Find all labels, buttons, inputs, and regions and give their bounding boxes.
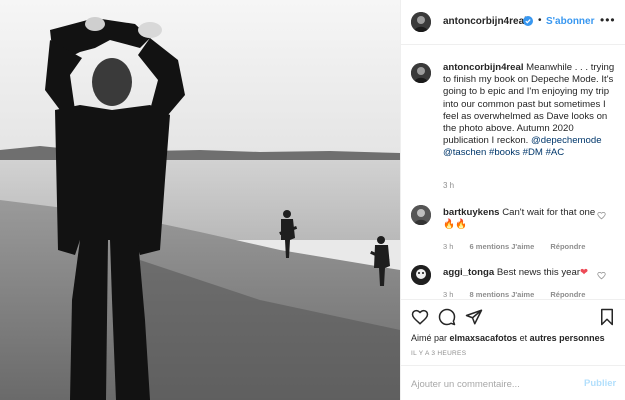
avatar-icon <box>411 12 431 32</box>
comment-likes[interactable]: 8 mentions J'aime <box>470 290 535 299</box>
comment-button[interactable] <box>438 308 456 326</box>
publish-button[interactable]: Publier <box>584 378 616 389</box>
hashtag-link[interactable]: #books <box>489 147 520 158</box>
post-side-panel: antoncorbijn4real • S'abonner ••• antonc… <box>400 0 625 400</box>
heart-outline-icon[interactable] <box>597 271 606 280</box>
fire-emoji-icon: 🔥🔥 <box>443 219 467 230</box>
liked-by-text: Aimé par elmaxsacafotos et autres person… <box>411 333 605 343</box>
post-actions: Aimé par elmaxsacafotos et autres person… <box>401 299 625 365</box>
comment-time[interactable]: 3 h <box>443 242 453 251</box>
save-button[interactable] <box>598 308 616 326</box>
reply-button[interactable]: Répondre <box>550 290 585 299</box>
follow-button[interactable]: S'abonner <box>546 16 595 27</box>
tag-link[interactable]: @taschen <box>443 147 486 158</box>
avatar[interactable] <box>411 12 431 32</box>
comments-section: antoncorbijn4real Meanwhile . . . trying… <box>401 45 625 299</box>
comment-item: aggi_tonga Best news this year❤ 3 h 8 me… <box>401 265 625 299</box>
separator-dot: • <box>538 15 542 26</box>
avatar-icon <box>411 265 431 285</box>
comment-input[interactable] <box>411 377 571 391</box>
post-author-username[interactable]: antoncorbijn4real <box>443 16 527 27</box>
avatar[interactable] <box>411 205 431 225</box>
more-horizontal-icon[interactable]: ••• <box>600 13 616 27</box>
comment-body: Can't wait for that one <box>502 207 596 218</box>
comment-item: bartkuykens Can't wait for that one 🔥🔥 3… <box>401 205 625 255</box>
tag-link[interactable]: @depechemode <box>531 135 602 146</box>
liked-by-others[interactable]: autres personnes <box>530 333 605 343</box>
instagram-post: antoncorbijn4real • S'abonner ••• antonc… <box>0 0 625 400</box>
reply-button[interactable]: Répondre <box>550 242 585 251</box>
hashtag-link[interactable]: #AC <box>546 147 565 158</box>
avatar[interactable] <box>411 265 431 285</box>
comment-text: aggi_tonga Best news this year❤ <box>443 267 603 279</box>
heart-icon <box>411 309 429 325</box>
comment-username[interactable]: aggi_tonga <box>443 267 494 278</box>
post-photo[interactable] <box>0 0 400 400</box>
comment-body: Best news this year <box>496 267 581 278</box>
liked-by-user[interactable]: elmaxsacafotos <box>450 333 518 343</box>
avatar-icon <box>411 63 431 83</box>
send-icon <box>465 309 483 325</box>
share-button[interactable] <box>465 308 483 326</box>
comment-username[interactable]: bartkuykens <box>443 207 500 218</box>
red-heart-emoji-icon: ❤ <box>580 267 589 278</box>
like-button[interactable] <box>411 308 429 326</box>
comment-meta: 3 h 8 mentions J'aime Répondre <box>443 290 599 299</box>
bookmark-icon <box>601 308 613 326</box>
comment-icon <box>438 308 456 326</box>
post-timestamp[interactable]: IL Y A 3 HEURES <box>411 350 466 357</box>
avatar-icon <box>411 205 431 225</box>
comment-time[interactable]: 3 h <box>443 290 453 299</box>
liked-by-and: et <box>519 333 528 343</box>
avatar[interactable] <box>411 63 431 83</box>
heart-outline-icon[interactable] <box>597 211 606 220</box>
comment-likes[interactable]: 6 mentions J'aime <box>470 242 535 251</box>
comment-text: bartkuykens Can't wait for that one 🔥🔥 <box>443 207 603 231</box>
caption-time[interactable]: 3 h <box>443 181 454 190</box>
verified-badge-icon <box>523 16 533 26</box>
caption-text: antoncorbijn4real Meanwhile . . . trying… <box>443 62 615 160</box>
caption-username[interactable]: antoncorbijn4real <box>443 62 524 73</box>
liked-by-prefix: Aimé par <box>411 333 448 343</box>
hashtag-link[interactable]: #DM <box>523 147 543 158</box>
beach-photo <box>0 0 400 400</box>
comment-meta: 3 h 6 mentions J'aime Répondre <box>443 242 599 251</box>
add-comment-bar: Publier <box>401 365 625 400</box>
caption-body: Meanwhile . . . trying to finish my book… <box>443 62 615 147</box>
post-header: antoncorbijn4real • S'abonner ••• <box>401 0 625 45</box>
